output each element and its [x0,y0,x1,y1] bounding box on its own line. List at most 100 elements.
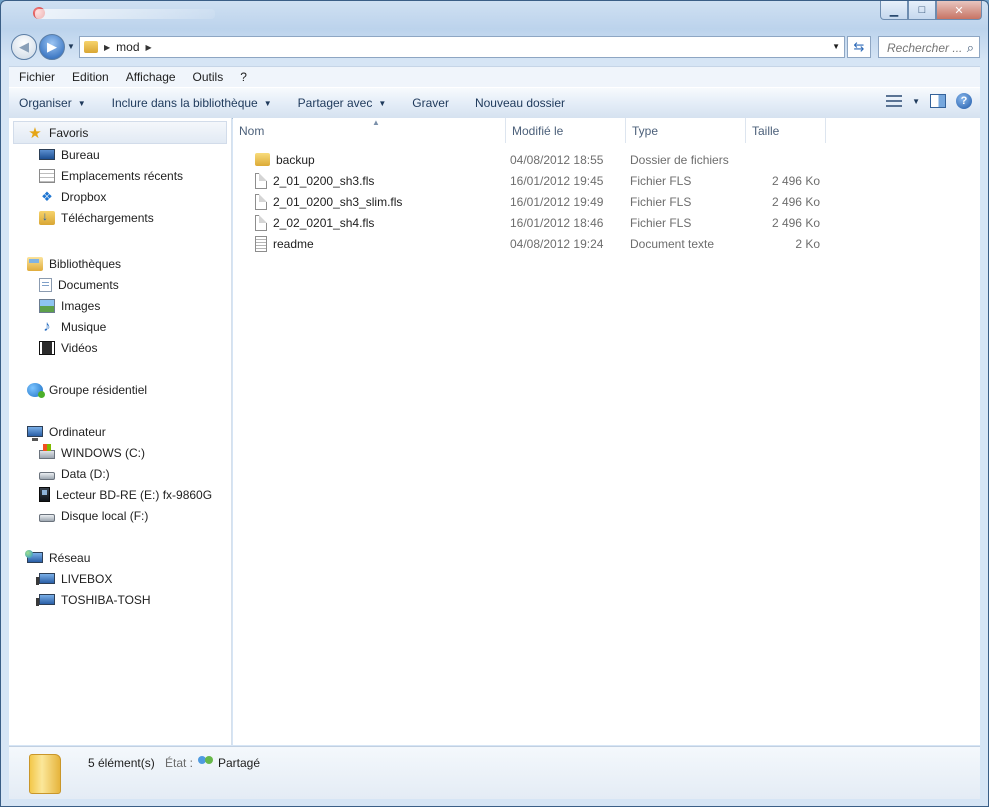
chevron-right-icon[interactable]: ▶ [146,43,152,52]
help-icon[interactable]: ? [956,93,972,109]
search-box[interactable]: ⌕ [878,36,980,58]
nav-item-images[interactable]: Images [9,295,231,316]
nav-favorites[interactable]: ★ Favoris [13,121,227,144]
bd-drive-icon [39,487,50,502]
share-with-button[interactable]: Partager avec ▼ [288,96,397,110]
address-bar[interactable]: ▶ mod ▶ ▼ [79,36,845,58]
nav-libraries[interactable]: Bibliothèques [9,253,231,274]
close-button[interactable]: ✕ [936,1,982,20]
navigation-pane[interactable]: ★ Favoris Bureau Emplacements récents ❖ Dr… [9,118,232,745]
file-name: backup [276,152,315,167]
menu-affichage[interactable]: Affichage [116,70,183,84]
column-modified-label: Modifié le [512,123,564,138]
organize-label: Organiser [19,96,72,110]
homegroup-icon [27,382,45,398]
nav-item-toshiba[interactable]: TOSHIBA-TOSH [9,589,231,610]
forward-button[interactable]: ▶ [39,34,65,60]
file-type: Document texte [630,236,715,251]
file-list-pane[interactable]: ▲ Nom Modifié le Type Taille backup 04/0… [233,118,980,745]
chevron-down-icon: ▼ [263,98,272,108]
column-name[interactable]: Nom [233,118,506,143]
nav-item-livebox[interactable]: LIVEBOX [9,568,231,589]
file-icon [255,193,267,210]
nav-item-label: Disque local (F:) [61,508,149,523]
computer-group: Ordinateur WINDOWS (C:) Data (D:) Lecteu… [9,421,231,526]
nav-item-drive-c[interactable]: WINDOWS (C:) [9,442,231,463]
windows-drive-icon [39,444,55,459]
favorites-group: ★ Favoris Bureau Emplacements récents ❖ Dr… [9,121,231,228]
chevron-down-icon: ▼ [378,98,387,108]
nav-item-drive-e[interactable]: Lecteur BD-RE (E:) fx-9860G [9,484,231,505]
menu-outils[interactable]: Outils [183,70,231,84]
file-name: 2_01_0200_sh3.fls [273,173,375,188]
minimize-button[interactable]: ▁ [880,1,908,20]
file-type: Fichier FLS [630,194,692,209]
preview-pane-icon[interactable] [930,94,946,108]
file-size: 2 496 Ko [771,215,820,230]
nav-item-videos[interactable]: Vidéos [9,337,231,358]
file-name: 2_01_0200_sh3_slim.fls [273,194,403,209]
nav-item-drive-f[interactable]: Disque local (F:) [9,505,231,526]
title-bar[interactable]: ▁ □ ✕ [1,1,988,29]
file-size: 2 496 Ko [771,194,820,209]
include-in-library-button[interactable]: Inclure dans la bibliothèque ▼ [102,96,282,110]
file-row[interactable]: 2_01_0200_sh3.fls 16/01/2012 19:45 Fichi… [233,170,820,191]
refresh-button[interactable]: ⇆ [847,36,871,58]
network-group: Réseau LIVEBOX TOSHIBA-TOSH [9,547,231,610]
nav-item-documents[interactable]: Documents [9,274,231,295]
search-input[interactable] [885,40,965,56]
network-label: Réseau [49,550,91,565]
nav-computer[interactable]: Ordinateur [9,421,231,442]
more-views-dropdown[interactable]: ▼ [912,97,920,106]
menu-help[interactable]: ? [230,70,254,84]
nav-item-label: Musique [61,319,107,334]
nav-network[interactable]: Réseau [9,547,231,568]
images-icon [39,298,55,313]
file-modified: 16/01/2012 18:46 [510,215,604,230]
shared-users-icon [198,754,214,768]
downloads-icon [39,209,55,225]
command-bar: Organiser ▼ Inclure dans la bibliothèque ▼… [9,87,980,119]
maximize-button[interactable]: □ [908,1,936,20]
menu-fichier[interactable]: Fichier [9,70,62,84]
nav-item-label: Lecteur BD-RE (E:) fx-9860G [56,487,213,502]
libraries-label: Bibliothèques [49,256,122,271]
file-rows: backup 04/08/2012 18:55 Dossier de fichi… [233,149,820,254]
address-history-dropdown[interactable]: ▼ [832,42,840,51]
file-row[interactable]: 2_01_0200_sh3_slim.fls 16/01/2012 19:49 … [233,191,820,212]
recent-pages-dropdown[interactable]: ▼ [67,42,75,51]
folder-icon [255,153,270,166]
search-icon[interactable]: ⌕ [967,40,974,56]
star-icon: ★ [28,124,42,142]
nav-item-bureau[interactable]: Bureau [9,144,231,165]
nav-item-drive-d[interactable]: Data (D:) [9,463,231,484]
include-label: Inclure dans la bibliothèque [111,96,258,110]
nav-item-recent-places[interactable]: Emplacements récents [9,165,231,186]
organize-button[interactable]: Organiser ▼ [9,96,96,110]
file-row[interactable]: readme 04/08/2012 19:24 Document texte 2… [233,233,820,254]
column-size-label: Taille [752,123,780,138]
column-type[interactable]: Type [626,118,746,143]
burn-button[interactable]: Graver [402,96,459,110]
column-modified[interactable]: Modifié le [506,118,626,143]
nav-item-downloads[interactable]: Téléchargements [9,207,231,228]
file-type: Dossier de fichiers [630,152,729,167]
column-headers: Nom Modifié le Type Taille [233,118,826,143]
file-row[interactable]: backup 04/08/2012 18:55 Dossier de fichi… [233,149,820,170]
state-value: Partagé [218,756,261,770]
chevron-right-icon[interactable]: ▶ [104,43,110,52]
nav-homegroup[interactable]: Groupe résidentiel [9,379,231,400]
back-button[interactable]: ◀ [11,34,37,60]
file-row[interactable]: 2_02_0201_sh4.fls 16/01/2012 18:46 Fichi… [233,212,820,233]
column-type-label: Type [632,123,659,138]
column-size[interactable]: Taille [746,118,826,143]
libraries-group: Bibliothèques Documents Images ♪ Musique … [9,253,231,358]
breadcrumb-mod[interactable]: mod [116,40,139,54]
nav-item-label: TOSHIBA-TOSH [61,592,151,607]
menu-edition[interactable]: Edition [62,70,116,84]
change-view-icon[interactable] [886,95,903,107]
nav-item-music[interactable]: ♪ Musique [9,316,231,337]
nav-item-dropbox[interactable]: ❖ Dropbox [9,186,231,207]
new-folder-button[interactable]: Nouveau dossier [465,96,575,110]
file-icon [255,214,267,231]
